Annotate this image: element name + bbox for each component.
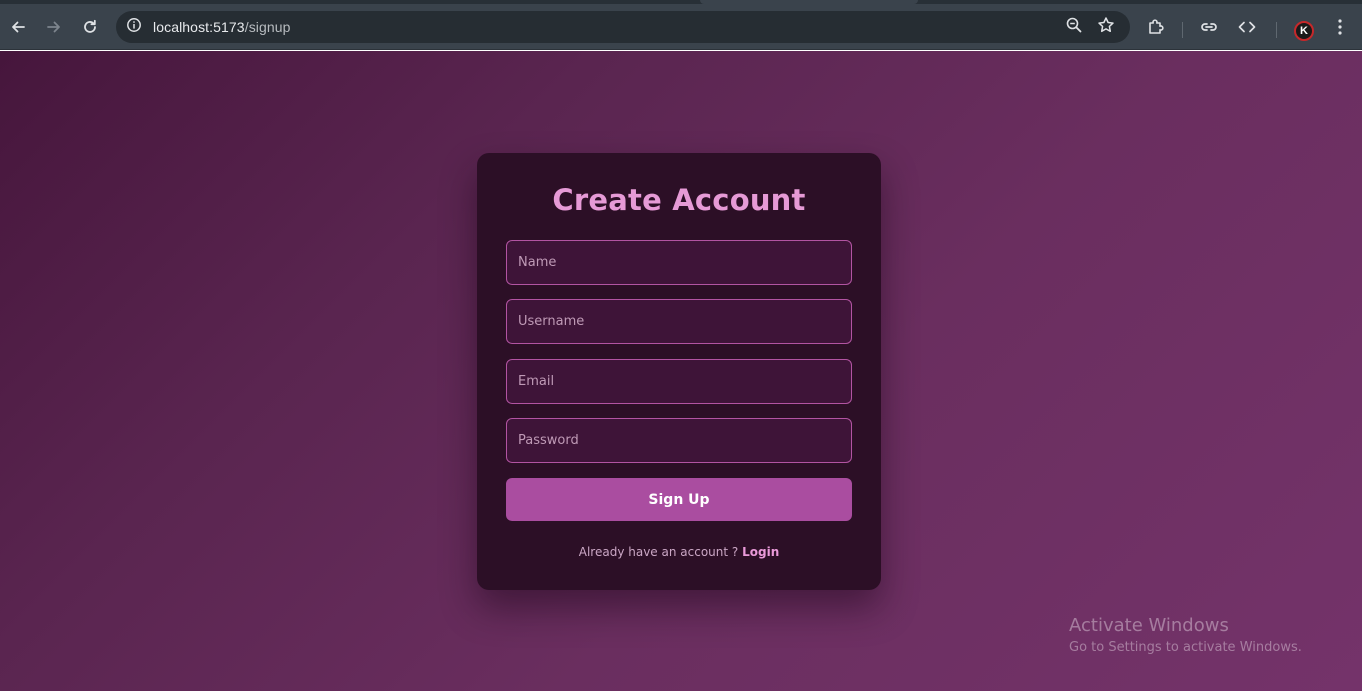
devtools-button[interactable] [1231, 11, 1263, 43]
watermark-subtitle: Go to Settings to activate Windows. [1069, 640, 1302, 655]
username-input[interactable] [506, 299, 852, 344]
email-input[interactable] [506, 359, 852, 404]
star-icon [1097, 16, 1115, 39]
info-icon [126, 17, 142, 38]
login-prompt-row: Already have an account ? Login [477, 545, 881, 559]
browser-menu-button[interactable] [1324, 11, 1356, 43]
password-input[interactable] [506, 418, 852, 463]
link-icon [1199, 17, 1219, 37]
page-title: Create Account [552, 183, 806, 217]
browser-toolbar: localhost:5173/signup K [0, 4, 1362, 50]
arrow-right-icon [46, 19, 62, 35]
login-prompt-text: Already have an account ? [578, 545, 739, 559]
signup-card: Create Account Sign Up Already have an a… [477, 153, 881, 590]
extensions-button[interactable] [1140, 11, 1172, 43]
profile-avatar[interactable]: K [1294, 21, 1314, 41]
bookmark-button[interactable] [1094, 15, 1118, 39]
toolbar-separator [1276, 22, 1277, 38]
site-info-button[interactable] [122, 15, 146, 39]
name-input[interactable] [506, 240, 852, 285]
url-path: /signup [244, 19, 291, 35]
reload-icon [82, 19, 98, 35]
kebab-menu-icon [1332, 18, 1348, 36]
watermark-title: Activate Windows [1069, 615, 1229, 636]
page-background: Create Account Sign Up Already have an a… [0, 51, 1362, 691]
address-bar[interactable]: localhost:5173/signup [116, 11, 1130, 43]
link-button[interactable] [1193, 11, 1225, 43]
back-button[interactable] [2, 11, 34, 43]
url-text: localhost:5173/signup [153, 19, 291, 35]
sign-up-button[interactable]: Sign Up [506, 478, 852, 521]
url-host: localhost:5173 [153, 19, 245, 35]
code-icon [1237, 17, 1257, 37]
toolbar-separator [1182, 22, 1183, 38]
windows-activation-watermark: Activate Windows Go to Settings to activ… [1069, 615, 1302, 658]
login-link[interactable]: Login [742, 545, 779, 559]
reload-button[interactable] [74, 11, 106, 43]
arrow-left-icon [10, 19, 26, 35]
zoom-icon [1065, 16, 1083, 39]
forward-button[interactable] [38, 11, 70, 43]
zoom-button[interactable] [1062, 15, 1086, 39]
puzzle-icon [1146, 17, 1166, 37]
